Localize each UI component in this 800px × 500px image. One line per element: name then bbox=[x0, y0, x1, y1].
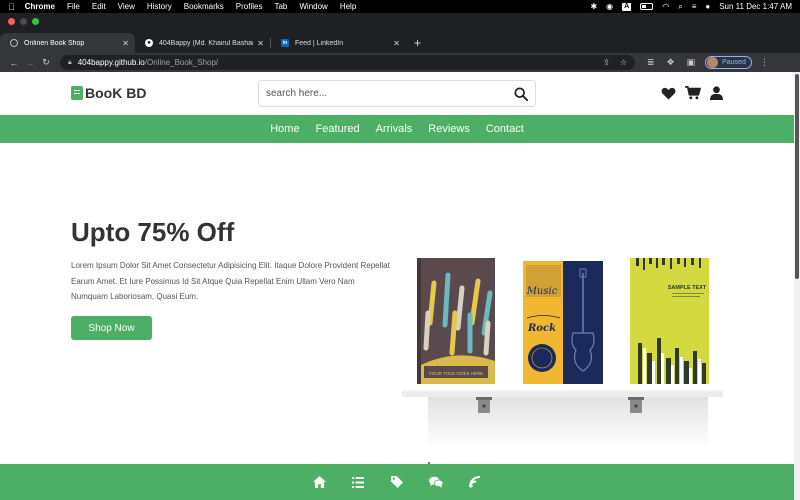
book-cover-hands[interactable]: YOUR TITLE GOES HERE bbox=[417, 258, 495, 384]
cart-icon[interactable] bbox=[685, 86, 701, 100]
hero-title: Upto 75% Off bbox=[71, 217, 235, 247]
search-box bbox=[258, 80, 536, 107]
nav-arrivals[interactable]: Arrivals bbox=[376, 123, 413, 135]
bookmark-star-icon[interactable]: ☆ bbox=[620, 58, 627, 67]
close-tab-icon[interactable]: ✕ bbox=[393, 39, 400, 48]
search-input[interactable] bbox=[259, 81, 507, 106]
menu-history[interactable]: History bbox=[147, 2, 172, 11]
menu-tab[interactable]: Tab bbox=[274, 2, 287, 11]
book-2-subtitle: Rock bbox=[527, 323, 556, 334]
logo-text: BooK BD bbox=[85, 85, 147, 101]
page-scrollbar[interactable] bbox=[794, 72, 800, 500]
nav-reviews[interactable]: Reviews bbox=[428, 123, 470, 135]
github-icon: ● bbox=[145, 39, 153, 47]
tags-icon[interactable] bbox=[390, 475, 404, 489]
minimize-window-button[interactable] bbox=[20, 18, 27, 25]
menu-profiles[interactable]: Profiles bbox=[236, 2, 263, 11]
linkedin-icon: in bbox=[281, 39, 289, 47]
book-shelf-illustration: YOUR TITLE GOES HERE Music Rock SAMPLE T… bbox=[400, 253, 725, 453]
nav-contact[interactable]: Contact bbox=[486, 123, 524, 135]
site-logo[interactable]: BooK BD bbox=[71, 85, 146, 101]
play-circle-icon[interactable]: ◉ bbox=[606, 2, 613, 11]
forward-icon[interactable]: → bbox=[22, 58, 38, 68]
avatar bbox=[707, 57, 719, 68]
share-icon[interactable]: ⇪ bbox=[603, 58, 610, 67]
siri-icon[interactable]: ● bbox=[705, 2, 710, 11]
close-window-button[interactable] bbox=[8, 18, 15, 25]
nav-home[interactable]: Home bbox=[270, 123, 299, 135]
hero-section: Upto 75% Off Lorem Ipsum Dolor Sit Amet … bbox=[0, 143, 794, 446]
menubar-status-area: ✱ ◉ A ◠ ⌕ ≡ ● Sun 11 Dec 1:47 AM bbox=[590, 2, 792, 12]
lock-icon[interactable]: 🔒︎ bbox=[68, 59, 72, 67]
profile-button[interactable]: Paused bbox=[705, 56, 752, 69]
heart-icon[interactable] bbox=[661, 87, 676, 100]
url-path: /Online_Book_Shop/ bbox=[144, 58, 219, 67]
nav-featured[interactable]: Featured bbox=[316, 123, 360, 135]
menu-app-name[interactable]: Chrome bbox=[25, 2, 55, 11]
tab-linkedin[interactable]: in Feed | LinkedIn ✕ bbox=[271, 33, 406, 53]
menu-file[interactable]: File bbox=[67, 2, 80, 11]
menu-window[interactable]: Window bbox=[299, 2, 327, 11]
menu-edit[interactable]: Edit bbox=[92, 2, 106, 11]
spotlight-search-icon[interactable]: ⌕ bbox=[678, 2, 682, 12]
media-queue-icon[interactable]: ≣ bbox=[647, 57, 655, 68]
maximize-window-button[interactable] bbox=[32, 18, 39, 25]
search-icon[interactable] bbox=[507, 86, 535, 101]
side-panel-icon[interactable]: ▣ bbox=[687, 57, 696, 68]
close-tab-icon[interactable]: ✕ bbox=[257, 39, 264, 48]
url-host: 404bappy.github.io bbox=[77, 58, 145, 67]
header-actions bbox=[661, 86, 723, 100]
apple-icon[interactable]:  bbox=[8, 2, 15, 12]
menu-view[interactable]: View bbox=[118, 2, 135, 11]
book-icon bbox=[71, 86, 83, 100]
comments-icon[interactable] bbox=[429, 475, 443, 489]
back-icon[interactable]: ← bbox=[6, 58, 22, 68]
book-3-title: SAMPLE TEXT bbox=[668, 285, 707, 291]
bottom-navbar bbox=[0, 464, 794, 500]
menu-help[interactable]: Help bbox=[340, 2, 356, 11]
more-menu-icon[interactable]: ⋮ bbox=[760, 57, 769, 68]
home-icon[interactable] bbox=[312, 475, 326, 489]
reload-icon[interactable]: ↻ bbox=[38, 57, 54, 68]
tab-online-book-shop[interactable]: Onlinen Book Shop ✕ bbox=[0, 33, 135, 53]
window-controls bbox=[8, 18, 39, 25]
scrollbar-thumb[interactable] bbox=[795, 74, 799, 279]
hero-description: Lorem Ipsum Dolor Sit Amet Consectetur A… bbox=[71, 261, 390, 301]
main-nav: Home Featured Arrivals Reviews Contact bbox=[0, 115, 794, 143]
menubar-clock[interactable]: Sun 11 Dec 1:47 AM bbox=[719, 2, 792, 11]
menu-bookmarks[interactable]: Bookmarks bbox=[184, 2, 224, 11]
book-cover-music[interactable]: Music Rock bbox=[523, 261, 603, 384]
blog-icon[interactable] bbox=[468, 475, 482, 489]
site-header: BooK BD bbox=[0, 72, 794, 115]
bluetooth-icon[interactable]: ✱ bbox=[590, 2, 597, 11]
tab-bar: Onlinen Book Shop ✕ ● 404Bappy (Md. Khai… bbox=[0, 33, 800, 53]
shop-now-button[interactable]: Shop Now bbox=[71, 316, 152, 340]
extensions-icon[interactable]: ❖ bbox=[667, 57, 675, 68]
tab-github[interactable]: ● 404Bappy (Md. Khairul Bashar) ✕ bbox=[135, 33, 270, 53]
book-1-title: YOUR TITLE GOES HERE bbox=[429, 371, 483, 376]
globe-icon bbox=[10, 39, 18, 47]
book-cover-sample[interactable]: SAMPLE TEXT bbox=[630, 258, 709, 384]
macos-menubar:  Chrome File Edit View History Bookmark… bbox=[0, 0, 800, 13]
page-viewport: BooK BD Home Featured Arrivals Reviews C… bbox=[0, 72, 800, 500]
address-bar[interactable]: 🔒︎ 404bappy.github.io/Online_Book_Shop/ … bbox=[60, 55, 635, 70]
control-center-icon[interactable]: ≡ bbox=[692, 2, 697, 11]
tab-title: 404Bappy (Md. Khairul Bashar) bbox=[159, 39, 254, 47]
user-icon[interactable] bbox=[710, 86, 723, 100]
list-icon[interactable] bbox=[351, 475, 365, 489]
tab-title: Feed | LinkedIn bbox=[295, 39, 344, 47]
browser-toolbar: ← → ↻ 🔒︎ 404bappy.github.io/Online_Book_… bbox=[0, 53, 800, 72]
profile-status: Paused bbox=[722, 59, 746, 66]
new-tab-button[interactable]: + bbox=[406, 33, 421, 53]
tab-title: Onlinen Book Shop bbox=[24, 39, 85, 47]
input-source-icon[interactable]: A bbox=[622, 2, 632, 11]
battery-icon[interactable] bbox=[640, 3, 654, 10]
book-2-title: Music bbox=[526, 286, 558, 297]
close-tab-icon[interactable]: ✕ bbox=[122, 39, 129, 48]
wifi-icon[interactable]: ◠ bbox=[662, 2, 669, 11]
window-titlebar bbox=[0, 13, 800, 33]
